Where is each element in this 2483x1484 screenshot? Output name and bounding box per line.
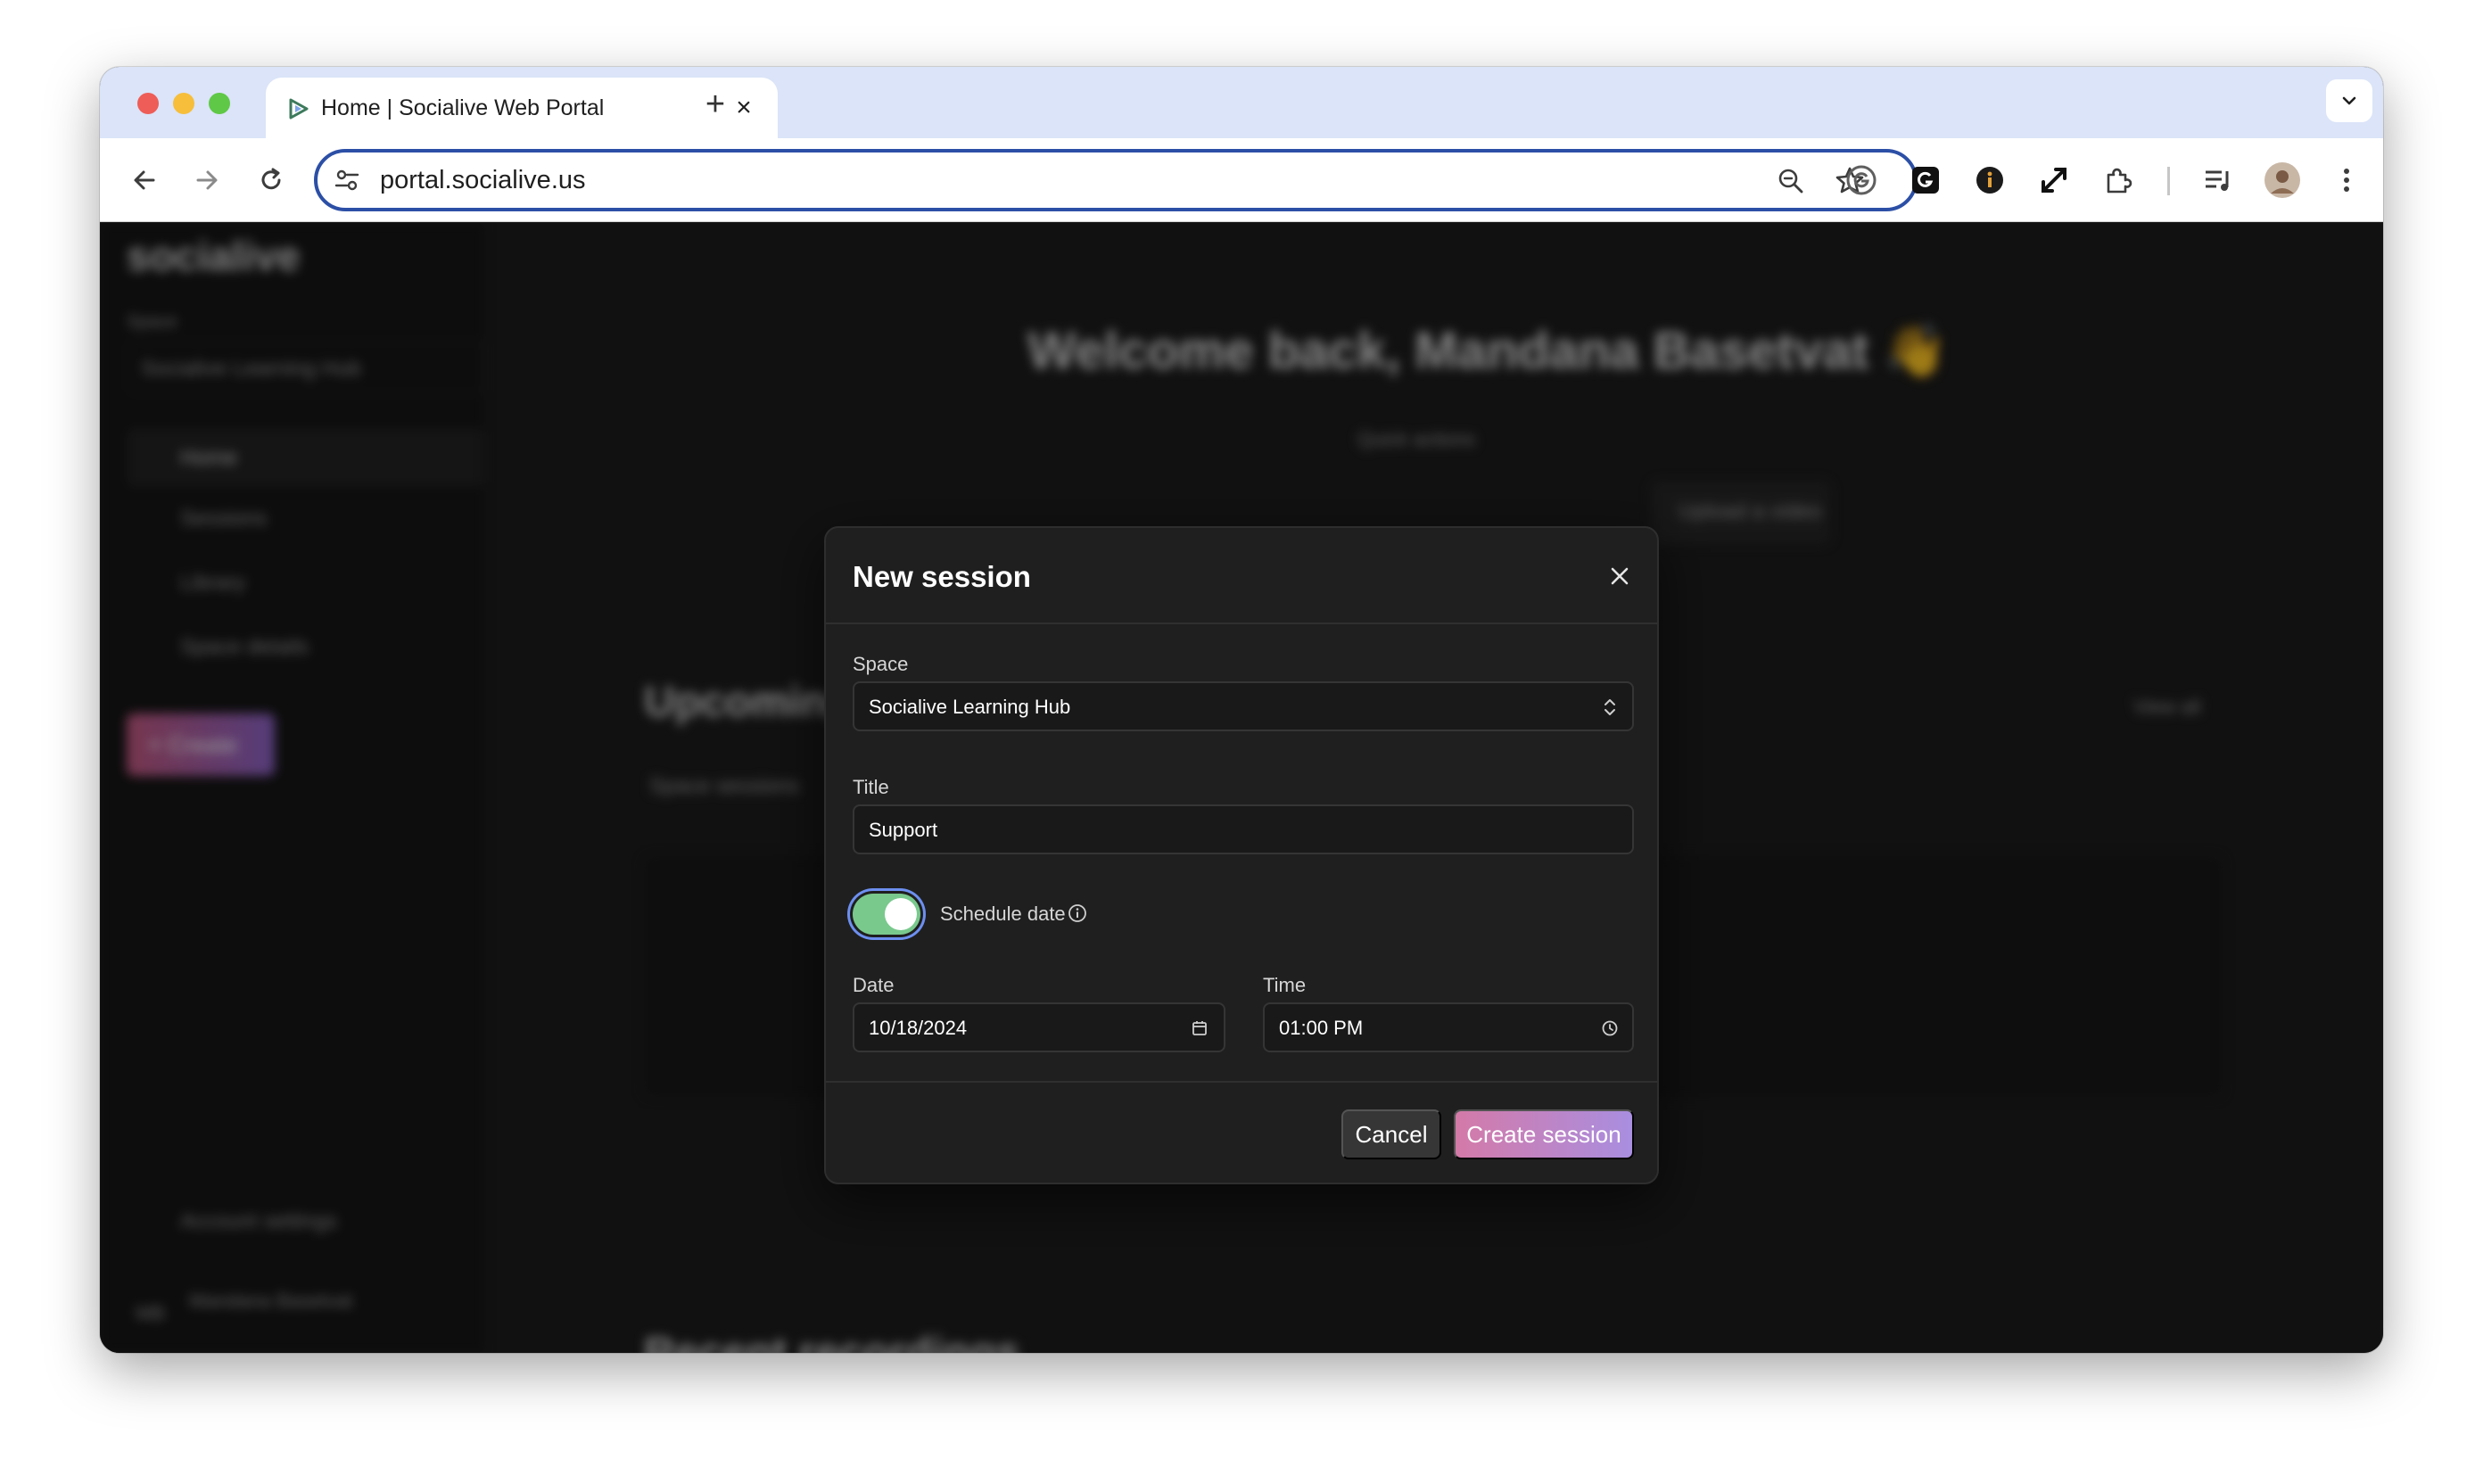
time-input[interactable]: 01:00 PM [1263, 1002, 1634, 1052]
expand-extension-icon[interactable] [2033, 160, 2075, 201]
dialog-header: New session [826, 528, 1657, 624]
title-label: Title [853, 776, 889, 798]
close-icon[interactable] [1604, 560, 1636, 592]
title-input-value[interactable]: Support [869, 819, 937, 842]
forward-button[interactable] [185, 158, 229, 202]
arrow-left-icon [134, 170, 155, 190]
minimize-window-button[interactable] [173, 93, 194, 114]
chevron-updown-icon [1604, 699, 1615, 715]
media-control-icon[interactable] [2198, 160, 2239, 201]
browser-menu-icon[interactable] [2326, 160, 2367, 201]
tab-title: Home | Socialive Web Portal [321, 95, 605, 120]
info-icon[interactable] [1067, 903, 1088, 924]
tab-search-button[interactable] [2326, 79, 2372, 122]
calendar-icon[interactable] [1190, 1018, 1209, 1038]
title-input[interactable]: Support [853, 804, 1634, 854]
schedule-date-toggle[interactable] [853, 894, 920, 935]
new-tab-button[interactable]: + [696, 85, 735, 124]
url-text[interactable]: portal.socialive.us [380, 166, 586, 195]
time-label: Time [1263, 974, 1307, 996]
g-extension-icon[interactable] [1905, 160, 1946, 201]
space-select-value: Socialive Learning Hub [869, 696, 1071, 718]
create-session-button[interactable]: Create session [1454, 1109, 1634, 1159]
tab-strip: Home | Socialive Web Portal × + [100, 67, 2383, 138]
profile-avatar[interactable] [2262, 160, 2303, 201]
cancel-button[interactable]: Cancel [1341, 1109, 1441, 1159]
chevron-down-icon [2342, 96, 2356, 105]
browser-window: Home | Socialive Web Portal × + portal.s… [100, 67, 2383, 1353]
reload-icon [261, 168, 281, 190]
zoom-icon[interactable] [1775, 165, 1807, 197]
date-input[interactable]: 10/18/2024 [853, 1002, 1225, 1052]
schedule-date-label: Schedule date [940, 903, 1066, 925]
close-window-button[interactable] [137, 93, 159, 114]
site-settings-icon[interactable] [334, 167, 360, 194]
address-bar[interactable]: portal.socialive.us [314, 149, 1918, 211]
maximize-window-button[interactable] [209, 93, 230, 114]
date-label: Date [853, 974, 895, 996]
back-button[interactable] [122, 158, 167, 202]
date-input-value[interactable]: 10/18/2024 [869, 1017, 967, 1040]
browser-toolbar: portal.socialive.us [100, 138, 2383, 222]
space-select[interactable]: Socialive Learning Hub [853, 681, 1634, 731]
space-label: Space [853, 653, 909, 675]
new-session-dialog: New session Space Socialive Learning Hub… [824, 526, 1659, 1184]
arrow-right-icon [196, 170, 218, 190]
reload-button[interactable] [249, 158, 293, 202]
toggle-knob [885, 898, 917, 930]
grammarly-extension-icon[interactable] [1841, 160, 1882, 201]
dialog-footer-divider [826, 1081, 1657, 1083]
web-page: socialive Space Socialive Learning Hub H… [100, 223, 2383, 1353]
socialive-favicon-icon [289, 98, 309, 120]
toolbar-separator [2167, 167, 2170, 195]
dialog-title: New session [853, 560, 1031, 593]
info-extension-icon[interactable] [1969, 160, 2010, 201]
time-input-value[interactable]: 01:00 PM [1279, 1017, 1363, 1040]
extensions-puzzle-icon[interactable] [2098, 160, 2139, 201]
clock-icon[interactable] [1600, 1018, 1620, 1038]
